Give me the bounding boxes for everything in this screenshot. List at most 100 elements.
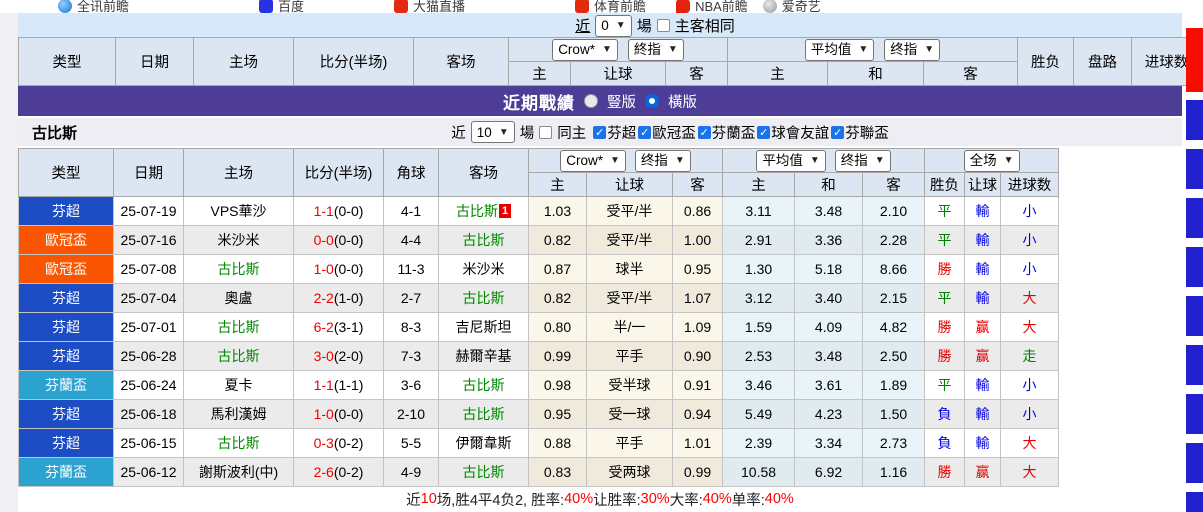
- half-time-score: (1-1): [334, 377, 364, 393]
- league-filter[interactable]: ✓歐冠盃: [638, 122, 696, 143]
- near-link[interactable]: 近: [575, 15, 590, 36]
- full-match-value: 全场: [970, 151, 997, 170]
- matches-table: 类型 日期 主场 比分(半场) 角球 客场 Crow*▼ 终指▼ 平均值▼ 终指…: [18, 148, 1059, 487]
- away-team-name[interactable]: 伊爾韋斯: [456, 435, 512, 451]
- home-team-name[interactable]: 古比斯: [218, 348, 260, 364]
- handicap-result-cell: 輸: [965, 429, 1001, 458]
- col-home: 主场: [194, 38, 294, 86]
- bookmark-item[interactable]: 体育前瞻: [575, 0, 646, 13]
- home-team-cell: 古比斯: [184, 342, 294, 371]
- final-odds-select[interactable]: 終指▼: [628, 39, 684, 61]
- league-filter[interactable]: ✓芬蘭盃: [698, 122, 756, 143]
- same-home-checkbox[interactable]: [539, 126, 552, 139]
- avg-away-odds-cell: 2.28: [863, 226, 925, 255]
- banner-title: 近期戰績: [503, 89, 575, 114]
- strip-block: [1186, 149, 1203, 189]
- home-team-name[interactable]: 謝斯波利(中): [199, 464, 278, 480]
- full-match-select[interactable]: 全场▼: [964, 150, 1020, 172]
- league-filter[interactable]: ✓芬超: [593, 122, 636, 143]
- match-row: 歐冠盃25-07-08古比斯1-0(0-0)11-3米沙米0.87球半0.951…: [19, 255, 1059, 284]
- away-team-name[interactable]: 古比斯: [463, 464, 505, 480]
- avg-home-odds-cell: 1.30: [723, 255, 795, 284]
- match-type-badge: 歐冠盃: [19, 226, 114, 255]
- col-away: 客场: [414, 38, 509, 86]
- final-odds-select-2[interactable]: 终指▼: [835, 150, 891, 172]
- strip-block: [1186, 100, 1203, 140]
- bookmaker-select[interactable]: Crow*▼: [560, 150, 626, 172]
- handicap-result-cell: 赢: [965, 458, 1001, 487]
- bookmark-label: 爱奇艺: [782, 0, 821, 13]
- bookmark-item[interactable]: 全讯前瞻: [58, 0, 129, 13]
- near-count-select[interactable]: 0▼: [595, 15, 631, 37]
- result-cell: 平: [925, 371, 965, 400]
- away-team-name[interactable]: 古比斯: [463, 232, 505, 248]
- result-cell: 勝: [925, 313, 965, 342]
- away-team-name[interactable]: 古比斯: [463, 377, 505, 393]
- col-sub-away2: 客: [863, 173, 925, 197]
- match-row: 芬超25-07-04奧盧2-2(1-0)2-7古比斯0.82受平/半1.073.…: [19, 284, 1059, 313]
- avg-draw-odds-cell: 3.36: [795, 226, 863, 255]
- league-label: 球會友誼: [771, 122, 829, 143]
- home-team-name[interactable]: 古比斯: [218, 319, 260, 335]
- home-team-name[interactable]: 古比斯: [218, 435, 260, 451]
- avg-away-odds-cell: 1.50: [863, 400, 925, 429]
- horizontal-view-radio[interactable]: [645, 94, 659, 108]
- league-label: 芬蘭盃: [712, 122, 756, 143]
- match-count-value: 10: [477, 123, 492, 142]
- bookmark-item[interactable]: 大猫直播: [394, 0, 465, 13]
- chevron-down-icon: ▼: [499, 123, 509, 142]
- checkbox-checked-icon[interactable]: ✓: [757, 126, 770, 139]
- chevron-down-icon: ▼: [875, 151, 885, 170]
- bookmark-item[interactable]: NBA前瞻: [676, 0, 748, 13]
- league-filter[interactable]: ✓球會友誼: [757, 122, 829, 143]
- match-date-cell: 25-07-08: [114, 255, 184, 284]
- team-filter-bar: 古比斯 近 10▼ 場 同主 ✓芬超✓歐冠盃✓芬蘭盃✓球會友誼✓芬聯盃: [18, 118, 1182, 146]
- home-team-name[interactable]: 米沙米: [218, 232, 260, 248]
- checkbox-checked-icon[interactable]: ✓: [698, 126, 711, 139]
- average-select[interactable]: 平均值▼: [756, 150, 825, 172]
- vertical-view-radio[interactable]: [584, 94, 598, 108]
- final-odds-select[interactable]: 终指▼: [635, 150, 691, 172]
- home-team-name[interactable]: VPS華沙: [210, 203, 266, 219]
- avg-home-odds-cell: 2.91: [723, 226, 795, 255]
- col-date: 日期: [114, 149, 184, 197]
- final-odds-select-2[interactable]: 终指▼: [884, 39, 940, 61]
- average-select[interactable]: 平均值▼: [805, 39, 874, 61]
- half-time-score: (0-2): [334, 464, 364, 480]
- home-team-name[interactable]: 馬利漢姆: [211, 406, 267, 422]
- crow-home-odds-cell: 1.03: [529, 197, 587, 226]
- col-corner: 角球: [384, 149, 439, 197]
- away-team-name[interactable]: 吉尼斯坦: [456, 319, 512, 335]
- match-row: 芬超25-06-28古比斯3-0(2-0)7-3赫爾辛基0.99平手0.902.…: [19, 342, 1059, 371]
- avg-away-odds-cell: 4.82: [863, 313, 925, 342]
- crow-home-odds-cell: 0.98: [529, 371, 587, 400]
- bookmaker-select[interactable]: Crow*▼: [552, 39, 618, 61]
- strip-block: [1186, 198, 1203, 238]
- checkbox-checked-icon[interactable]: ✓: [638, 126, 651, 139]
- home-team-name[interactable]: 奧盧: [225, 290, 253, 306]
- away-team-name[interactable]: 赫爾辛基: [456, 348, 512, 364]
- league-filter[interactable]: ✓芬聯盃: [831, 122, 889, 143]
- home-team-cell: 古比斯: [184, 429, 294, 458]
- checkbox-checked-icon[interactable]: ✓: [593, 126, 606, 139]
- same-home-away-checkbox[interactable]: [657, 19, 670, 32]
- away-team-name[interactable]: 古比斯: [463, 406, 505, 422]
- away-team-name[interactable]: 古比斯: [456, 203, 498, 219]
- bookmark-item[interactable]: 百度: [259, 0, 304, 13]
- away-team-cell: 古比斯: [439, 458, 529, 487]
- away-team-name[interactable]: 米沙米: [463, 261, 505, 277]
- checkbox-checked-icon[interactable]: ✓: [831, 126, 844, 139]
- full-time-score: 3-0: [314, 348, 334, 364]
- col-type: 类型: [19, 149, 114, 197]
- home-team-name[interactable]: 古比斯: [218, 261, 260, 277]
- home-team-name[interactable]: 夏卡: [225, 377, 253, 393]
- goals-cell: 大: [1001, 284, 1059, 313]
- match-type-badge: 芬超: [19, 313, 114, 342]
- away-team-name[interactable]: 古比斯: [463, 290, 505, 306]
- match-count-select[interactable]: 10 ▼: [471, 121, 515, 143]
- strip-block: [1186, 492, 1203, 512]
- bookmark-item[interactable]: 爱奇艺: [763, 0, 821, 13]
- col-result: 胜负: [1018, 38, 1074, 86]
- result-cell: 勝: [925, 255, 965, 284]
- crow-away-odds-cell: 0.94: [673, 400, 723, 429]
